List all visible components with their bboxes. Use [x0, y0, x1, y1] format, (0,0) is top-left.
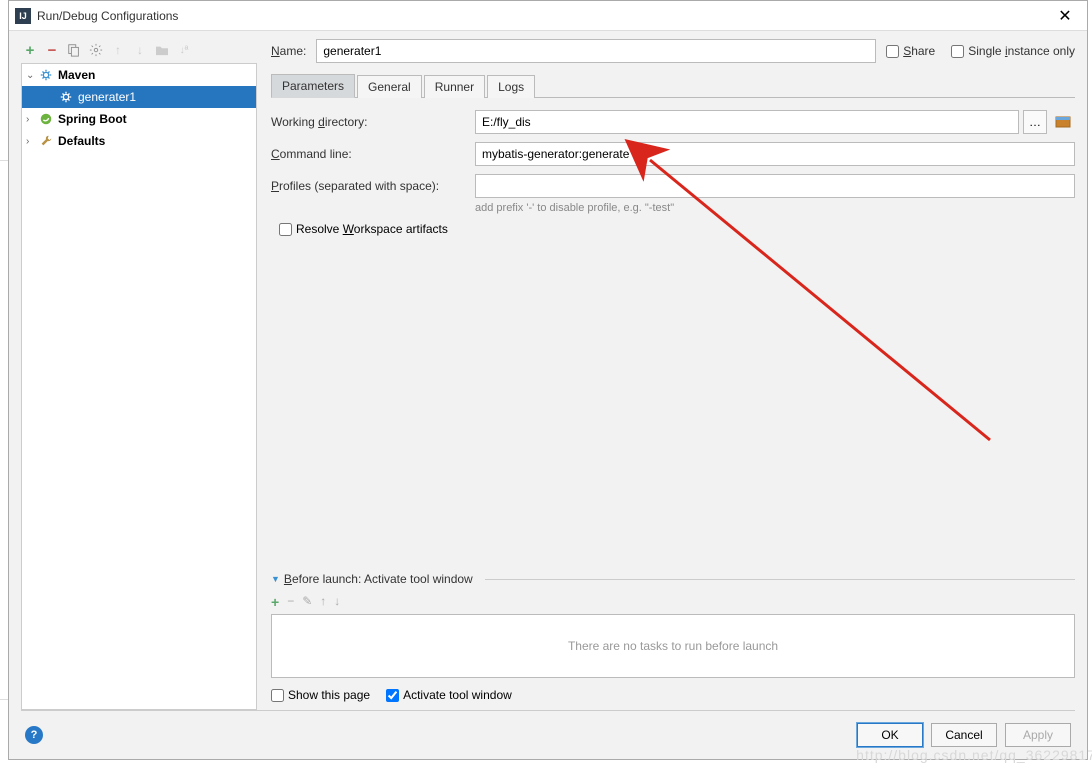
- tree-label: Defaults: [58, 134, 105, 148]
- down-icon[interactable]: ↓: [133, 43, 147, 57]
- working-directory-input[interactable]: [475, 110, 1019, 134]
- app-icon: IJ: [15, 8, 31, 24]
- config-tree[interactable]: ⌄ Maven generater1 ›: [21, 63, 257, 710]
- edit-task-icon[interactable]: ✎: [302, 594, 312, 610]
- ok-button[interactable]: OK: [857, 723, 923, 747]
- copy-icon[interactable]: [67, 43, 81, 57]
- watermark: http://blog.csdn.net/qq_36229817: [856, 747, 1092, 763]
- add-icon[interactable]: +: [23, 43, 37, 57]
- show-this-page-checkbox[interactable]: Show this page: [271, 688, 370, 702]
- run-debug-dialog: IJ Run/Debug Configurations ✕ + − ↑ ↓ ↓ª: [8, 0, 1088, 760]
- resolve-workspace-checkbox[interactable]: Resolve Workspace artifacts: [279, 222, 448, 236]
- chevron-right-icon: ›: [26, 136, 38, 147]
- tree-label: Maven: [58, 68, 95, 82]
- tabs: Parameters General Runner Logs: [271, 73, 1075, 98]
- maven-icon: [58, 89, 74, 105]
- tree-toolbar: + − ↑ ↓ ↓ª: [21, 39, 257, 63]
- tree-node-maven[interactable]: ⌄ Maven: [22, 64, 256, 86]
- cancel-button[interactable]: Cancel: [931, 723, 997, 747]
- tab-parameters[interactable]: Parameters: [271, 74, 355, 98]
- down-task-icon[interactable]: ↓: [334, 594, 340, 610]
- profiles-hint: add prefix '-' to disable profile, e.g. …: [475, 202, 1075, 214]
- command-line-label: Command line:: [271, 147, 467, 161]
- chevron-down-icon: ⌄: [26, 70, 38, 81]
- share-checkbox[interactable]: Share: [886, 44, 935, 58]
- before-launch-header[interactable]: ▼ Before launch: Activate tool window: [271, 572, 1075, 586]
- up-task-icon[interactable]: ↑: [320, 594, 326, 610]
- wrench-icon: [38, 133, 54, 149]
- left-pane: + − ↑ ↓ ↓ª ⌄ Maven: [21, 39, 257, 710]
- tree-label: generater1: [78, 90, 136, 104]
- background-edge: [0, 120, 8, 760]
- button-bar: ? OK Cancel Apply: [21, 710, 1075, 751]
- titlebar: IJ Run/Debug Configurations ✕: [9, 1, 1087, 31]
- add-task-icon[interactable]: +: [271, 594, 279, 610]
- right-pane: Name: Share Single instance only Paramet…: [271, 39, 1075, 710]
- help-icon[interactable]: ?: [25, 726, 43, 744]
- tree-node-generater1[interactable]: generater1: [22, 86, 256, 108]
- tasks-list[interactable]: There are no tasks to run before launch: [271, 614, 1075, 678]
- remove-icon[interactable]: −: [45, 43, 59, 57]
- profiles-input[interactable]: [475, 174, 1075, 198]
- close-icon[interactable]: ✕: [1043, 1, 1087, 31]
- tree-node-spring-boot[interactable]: › Spring Boot: [22, 108, 256, 130]
- single-instance-checkbox[interactable]: Single instance only: [951, 44, 1075, 58]
- before-launch-toolbar: + − ✎ ↑ ↓: [271, 590, 1075, 614]
- before-launch-section: ▼ Before launch: Activate tool window + …: [271, 572, 1075, 706]
- apply-button: Apply: [1005, 723, 1071, 747]
- tree-node-defaults[interactable]: › Defaults: [22, 130, 256, 152]
- command-line-input[interactable]: [475, 142, 1075, 166]
- insert-macro-button[interactable]: [1051, 110, 1075, 134]
- window-title: Run/Debug Configurations: [37, 9, 1043, 23]
- folder-icon[interactable]: [155, 43, 169, 57]
- remove-task-icon[interactable]: −: [287, 594, 294, 610]
- settings-icon[interactable]: [89, 43, 103, 57]
- tasks-empty-text: There are no tasks to run before launch: [568, 639, 778, 653]
- name-label: Name:: [271, 44, 306, 58]
- tab-general[interactable]: General: [357, 75, 422, 98]
- spring-icon: [38, 111, 54, 127]
- activate-tool-window-checkbox[interactable]: Activate tool window: [386, 688, 512, 702]
- parameters-panel: Working directory: … Command line:: [271, 98, 1075, 710]
- tab-logs[interactable]: Logs: [487, 75, 535, 98]
- triangle-down-icon: ▼: [271, 574, 280, 584]
- name-input[interactable]: [316, 39, 876, 63]
- profiles-label: Profiles (separated with space):: [271, 179, 467, 193]
- working-directory-label: Working directory:: [271, 115, 467, 129]
- tree-label: Spring Boot: [58, 112, 127, 126]
- maven-icon: [38, 67, 54, 83]
- up-icon[interactable]: ↑: [111, 43, 125, 57]
- tab-runner[interactable]: Runner: [424, 75, 485, 98]
- sort-icon[interactable]: ↓ª: [177, 43, 191, 57]
- browse-button[interactable]: …: [1023, 110, 1047, 134]
- chevron-right-icon: ›: [26, 114, 38, 125]
- dialog-content: + − ↑ ↓ ↓ª ⌄ Maven: [9, 31, 1087, 759]
